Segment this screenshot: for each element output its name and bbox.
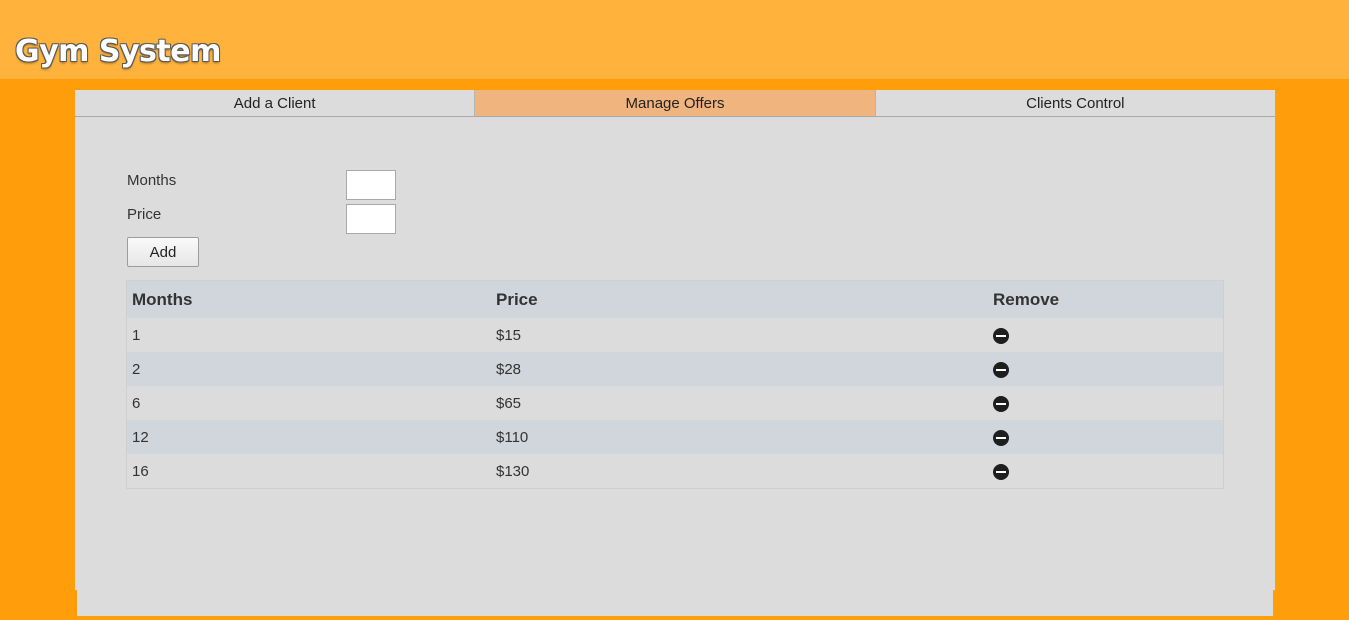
months-cell: 6 bbox=[132, 394, 141, 412]
months-cell: 2 bbox=[132, 360, 141, 378]
remove-cell bbox=[988, 318, 1224, 352]
remove-icon[interactable] bbox=[993, 395, 1009, 412]
table-row: 16 $130 bbox=[126, 454, 1224, 489]
table-row: 1 $15 bbox=[126, 318, 1224, 352]
table-header-row: Months Price Remove bbox=[126, 280, 1224, 318]
months-cell: 1 bbox=[132, 326, 141, 344]
app-title: Gym System bbox=[15, 34, 221, 69]
price-cell: $65 bbox=[496, 394, 522, 412]
column-header-remove[interactable]: Remove bbox=[988, 280, 1224, 318]
tab-manage-offers[interactable]: Manage Offers bbox=[474, 90, 875, 116]
tab-bar: Add a Client Manage Offers Clients Contr… bbox=[75, 90, 1275, 117]
table-row: 6 $65 bbox=[126, 386, 1224, 420]
tab-add-client[interactable]: Add a Client bbox=[75, 90, 474, 116]
panel-footer bbox=[77, 590, 1273, 616]
table-row: 2 $28 bbox=[126, 352, 1224, 386]
price-cell: $15 bbox=[496, 326, 522, 344]
main-panel: Add a Client Manage Offers Clients Contr… bbox=[75, 90, 1275, 590]
remove-cell bbox=[988, 454, 1224, 489]
remove-cell bbox=[988, 420, 1224, 454]
remove-cell bbox=[988, 386, 1224, 420]
price-cell: $110 bbox=[496, 428, 529, 446]
table-row: 12 $110 bbox=[126, 420, 1224, 454]
months-label: Months bbox=[127, 172, 177, 189]
months-cell: 12 bbox=[132, 428, 149, 446]
months-input[interactable] bbox=[346, 170, 396, 200]
months-cell: 16 bbox=[132, 462, 149, 480]
tab-clients-control[interactable]: Clients Control bbox=[874, 90, 1275, 116]
remove-icon[interactable] bbox=[993, 361, 1009, 378]
remove-cell bbox=[988, 352, 1224, 386]
offers-table: Months Price Remove 1 $15 2 $28 6 $65 12… bbox=[126, 280, 1224, 489]
price-cell: $28 bbox=[496, 360, 522, 378]
add-offer-button[interactable]: Add bbox=[127, 237, 199, 267]
column-header-price[interactable]: Price bbox=[491, 280, 988, 318]
app-header: Gym System bbox=[0, 0, 1349, 79]
price-label: Price bbox=[127, 206, 162, 223]
price-input[interactable] bbox=[346, 204, 396, 234]
remove-icon[interactable] bbox=[993, 327, 1009, 344]
remove-icon[interactable] bbox=[993, 429, 1009, 446]
price-cell: $130 bbox=[496, 462, 530, 480]
column-header-months[interactable]: Months bbox=[126, 280, 491, 318]
remove-icon[interactable] bbox=[993, 463, 1009, 480]
